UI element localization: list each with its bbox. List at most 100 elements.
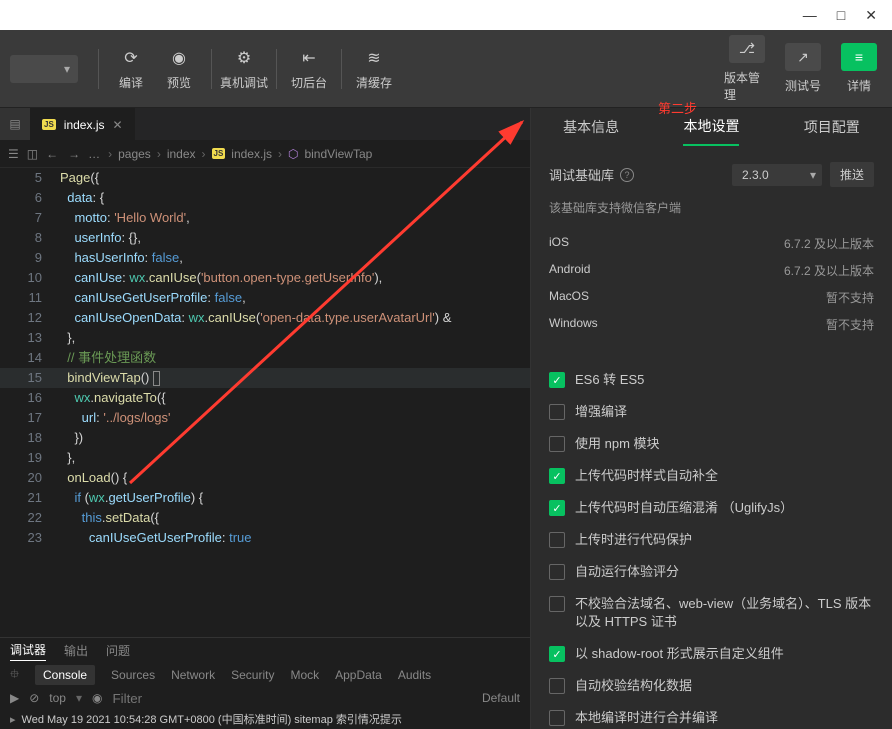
js-icon: JS: [42, 119, 56, 130]
setting-checkbox-row[interactable]: 自动校验结构化数据: [549, 670, 874, 702]
crumb-pages[interactable]: pages: [118, 147, 151, 161]
filter-input[interactable]: [113, 691, 472, 706]
inspect-icon[interactable]: ⯐: [10, 665, 19, 686]
console-log-line: ▸ Wed May 19 2021 10:54:28 GMT+0800 (中国标…: [0, 709, 530, 729]
tab-security[interactable]: Security: [231, 668, 274, 682]
setting-checkbox-row[interactable]: 增强编译: [549, 396, 874, 428]
code-line[interactable]: 17 url: '../logs/logs': [0, 408, 530, 428]
tab-network[interactable]: Network: [171, 668, 215, 682]
clear-icon[interactable]: ⊘: [29, 691, 39, 705]
code-line[interactable]: 10 canIUse: wx.canIUse('button.open-type…: [0, 268, 530, 288]
tab-problems[interactable]: 问题: [106, 642, 130, 659]
crumb-file[interactable]: index.js: [231, 147, 272, 161]
tab-filename: index.js: [64, 118, 105, 132]
explorer-icon[interactable]: ▤: [0, 108, 30, 140]
checkbox-icon[interactable]: [549, 436, 565, 452]
code-line[interactable]: 7 motto: 'Hello World',: [0, 208, 530, 228]
filter-icon[interactable]: ◉: [92, 691, 102, 705]
right-tabs: 基本信息 本地设置 项目配置: [531, 108, 892, 146]
nav-back-icon[interactable]: ←: [46, 147, 58, 161]
tab-appdata[interactable]: AppData: [335, 668, 382, 682]
tab-debugger[interactable]: 调试器: [10, 641, 46, 661]
info-icon[interactable]: ?: [620, 168, 634, 182]
code-line[interactable]: 14 // 事件处理函数: [0, 348, 530, 368]
context-top[interactable]: top: [49, 691, 66, 705]
minimize-button[interactable]: —: [803, 7, 817, 23]
setting-checkbox-row[interactable]: ✓ES6 转 ES5: [549, 364, 874, 396]
checkbox-icon[interactable]: [549, 404, 565, 420]
code-line[interactable]: 11 canIUseGetUserProfile: false,: [0, 288, 530, 308]
nav-forward-icon[interactable]: →: [68, 147, 80, 161]
baselib-select[interactable]: 2.3.0: [732, 164, 822, 186]
platform-row: Android6.7.2 及以上版本: [549, 257, 874, 284]
tab-sources[interactable]: Sources: [111, 668, 155, 682]
checkbox-icon[interactable]: [549, 596, 565, 612]
close-button[interactable]: ✕: [865, 7, 877, 24]
test-number-button[interactable]: ↗测试号: [780, 43, 826, 94]
setting-checkbox-row[interactable]: 本地编译时进行合并编译: [549, 702, 874, 729]
code-line[interactable]: 21 if (wx.getUserProfile) {: [0, 488, 530, 508]
tab-mock[interactable]: Mock: [290, 668, 319, 682]
setting-checkbox-row[interactable]: 上传时进行代码保护: [549, 524, 874, 556]
code-line[interactable]: 6 data: {: [0, 188, 530, 208]
tab-console[interactable]: Console: [35, 665, 95, 685]
code-line[interactable]: 12 canIUseOpenData: wx.canIUse('open-dat…: [0, 308, 530, 328]
bottom-panel: 调试器 输出 问题 ⯐ Console Sources Network Secu…: [0, 637, 530, 729]
preview-button[interactable]: ◉预览: [155, 39, 203, 99]
checkbox-icon[interactable]: [549, 532, 565, 548]
checkbox-icon[interactable]: [549, 710, 565, 726]
bookmark-icon[interactable]: ◫: [27, 147, 38, 161]
code-area[interactable]: 5Page({6 data: {7 motto: 'Hello World',8…: [0, 168, 530, 637]
code-line[interactable]: 16 wx.navigateTo({: [0, 388, 530, 408]
list-icon[interactable]: ☰: [8, 147, 19, 161]
code-line[interactable]: 19 },: [0, 448, 530, 468]
code-line[interactable]: 15 bindViewTap(): [0, 368, 530, 388]
version-manage-button[interactable]: ⎇版本管理: [724, 35, 770, 103]
tab-output[interactable]: 输出: [64, 642, 88, 659]
code-line[interactable]: 5Page({: [0, 168, 530, 188]
tab-basic-info[interactable]: 基本信息: [563, 109, 619, 145]
setting-checkbox-row[interactable]: ✓以 shadow-root 形式展示自定义组件: [549, 638, 874, 670]
level-default[interactable]: Default: [482, 691, 520, 705]
editor-tabs: ▤ JS index.js ✕: [0, 108, 530, 140]
main-toolbar: ▾ ⟳编译 ◉预览 ⚙真机调试 ⇤切后台 ≋清缓存 ⎇版本管理 ↗测试号 ≡详情…: [0, 30, 892, 108]
branch-icon: ⎇: [739, 40, 755, 57]
file-tab[interactable]: JS index.js ✕: [30, 108, 135, 140]
checkbox-icon[interactable]: ✓: [549, 646, 565, 662]
crumb-index[interactable]: index: [167, 147, 196, 161]
code-line[interactable]: 8 userInfo: {},: [0, 228, 530, 248]
exit-icon: ⇤: [297, 46, 321, 70]
checkbox-icon[interactable]: ✓: [549, 372, 565, 388]
setting-checkbox-row[interactable]: 使用 npm 模块: [549, 428, 874, 460]
crumb-method[interactable]: bindViewTap: [304, 147, 372, 161]
external-icon: ↗: [797, 49, 809, 66]
checkbox-icon[interactable]: [549, 678, 565, 694]
code-editor: ▤ JS index.js ✕ ☰ ◫ ← → … ›pages ›index …: [0, 108, 530, 729]
details-button[interactable]: ≡详情: [836, 43, 882, 94]
tab-close-icon[interactable]: ✕: [112, 118, 122, 132]
checkbox-icon[interactable]: [549, 564, 565, 580]
setting-checkbox-row[interactable]: ✓上传代码时自动压缩混淆 （UglifyJs）: [549, 492, 874, 524]
code-line[interactable]: 22 this.setData({: [0, 508, 530, 528]
code-line[interactable]: 13 },: [0, 328, 530, 348]
code-line[interactable]: 18 }): [0, 428, 530, 448]
maximize-button[interactable]: □: [837, 7, 845, 23]
debug-baselib-label: 调试基础库: [549, 165, 614, 184]
code-line[interactable]: 20 onLoad() {: [0, 468, 530, 488]
play-icon[interactable]: ▶: [10, 691, 19, 705]
push-button[interactable]: 推送: [830, 162, 874, 187]
checkbox-icon[interactable]: ✓: [549, 468, 565, 484]
setting-checkbox-row[interactable]: ✓上传代码时样式自动补全: [549, 460, 874, 492]
compile-button[interactable]: ⟳编译: [107, 39, 155, 99]
real-debug-button[interactable]: ⚙真机调试: [220, 39, 268, 99]
code-line[interactable]: 9 hasUserInfo: false,: [0, 248, 530, 268]
setting-checkbox-row[interactable]: 自动运行体验评分: [549, 556, 874, 588]
setting-checkbox-row[interactable]: 不校验合法域名、web-view（业务域名）、TLS 版本以及 HTTPS 证书: [549, 588, 874, 638]
code-line[interactable]: 23 canIUseGetUserProfile: true: [0, 528, 530, 548]
mode-dropdown[interactable]: ▾: [10, 55, 78, 83]
clear-cache-button[interactable]: ≋清缓存: [350, 39, 398, 99]
tab-audits[interactable]: Audits: [398, 668, 431, 682]
checkbox-icon[interactable]: ✓: [549, 500, 565, 516]
tab-project-config[interactable]: 项目配置: [804, 109, 860, 145]
background-button[interactable]: ⇤切后台: [285, 39, 333, 99]
